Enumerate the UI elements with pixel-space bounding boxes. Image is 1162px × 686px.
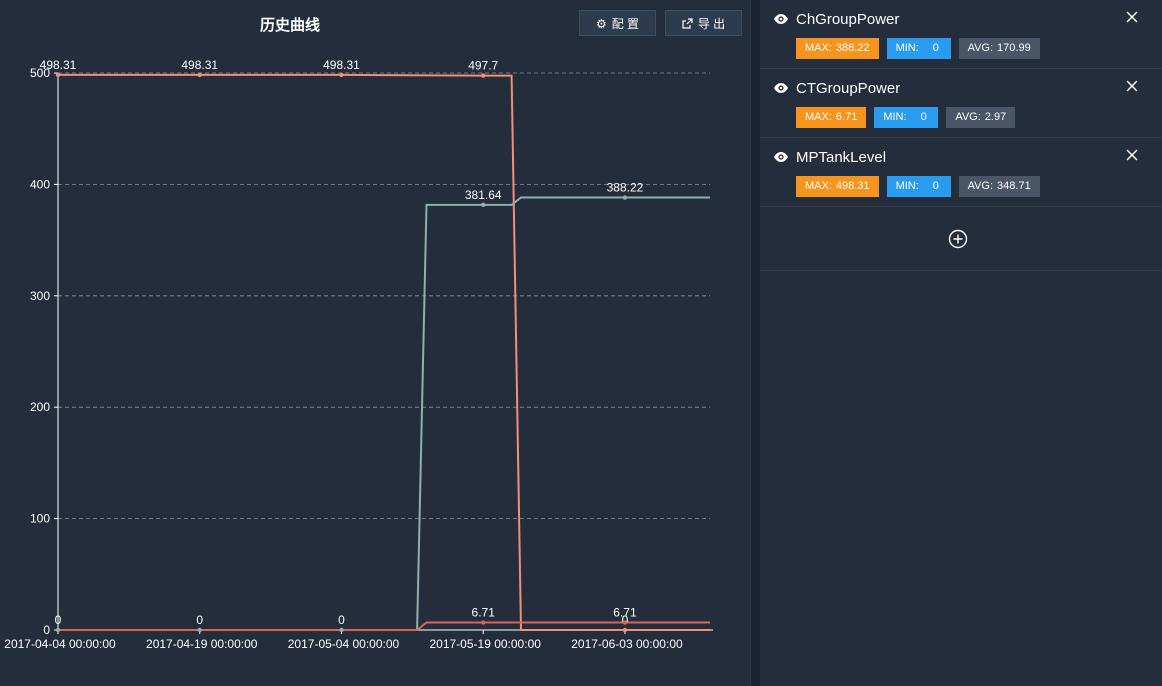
data-point: [55, 72, 61, 78]
data-label: 0: [55, 613, 62, 627]
y-tick-label: 300: [30, 289, 50, 303]
min-badge: MIN: 0: [886, 38, 951, 59]
data-label: 498.31: [40, 58, 77, 72]
data-point: [622, 195, 628, 200]
data-label: 0: [196, 613, 203, 627]
eye-icon[interactable]: [773, 151, 789, 163]
data-label: 0: [338, 613, 345, 627]
max-badge: MAX: 388.22: [796, 38, 879, 59]
max-badge: MAX: 498.31: [796, 176, 879, 197]
series-item: ChGroupPower MAX: 388.22 MIN: 0 AVG: 170.99: [760, 0, 1162, 69]
x-tick-label: 2017-04-19 00:00:00: [146, 637, 258, 651]
data-label: 381.64: [465, 188, 502, 202]
avg-badge: AVG: 170.99: [958, 38, 1040, 59]
data-point: [622, 627, 628, 633]
y-tick-label: 400: [30, 177, 50, 191]
data-label: 388.22: [607, 181, 644, 195]
data-point: [339, 627, 344, 633]
x-tick-label: 2017-04-04 00:00:00: [4, 637, 116, 651]
series-name: CTGroupPower: [796, 79, 901, 97]
max-badge: MAX: 6.71: [796, 107, 867, 128]
series-line-CTGroupPower: [58, 621, 710, 631]
avg-badge: AVG: 2.97: [946, 107, 1016, 128]
x-tick-label: 2017-05-19 00:00:00: [429, 637, 541, 651]
data-label: 497.7: [468, 59, 498, 73]
avg-badge: AVG: 348.71: [958, 176, 1040, 197]
min-badge: MIN: 0: [874, 107, 939, 128]
series-name: MPTankLevel: [796, 148, 887, 166]
series-panel: ChGroupPower MAX: 388.22 MIN: 0 AVG: 170.99…: [760, 0, 1162, 686]
data-point: [197, 627, 202, 633]
data-point: [339, 72, 344, 78]
eye-icon[interactable]: [773, 13, 789, 25]
data-label: 6.71: [613, 606, 637, 620]
close-icon[interactable]: [1126, 149, 1138, 161]
line-chart: 01002003004005002017-04-04 00:00:00 2017-…: [4, 58, 713, 651]
close-icon[interactable]: [1126, 11, 1138, 23]
min-badge: MIN: 0: [886, 176, 951, 197]
y-tick-label: 200: [30, 400, 50, 414]
x-tick-label: 2017-05-04 00:00:00: [288, 637, 400, 651]
eye-icon[interactable]: [773, 82, 789, 94]
y-tick-label: 0: [43, 623, 50, 637]
x-tick-label: 2017-06-03 00:00:00: [571, 637, 683, 651]
close-icon[interactable]: [1126, 80, 1138, 92]
series-item: CTGroupPower MAX: 6.71 MIN: 0 AVG: 2.97: [760, 69, 1162, 138]
series-name: ChGroupPower: [796, 10, 900, 28]
data-point: [622, 620, 628, 625]
data-label: 498.31: [323, 58, 360, 72]
chart-panel: 历史曲线 ⚙ 配 置 导 出 0 100 200 300 400 500 2017-04-04…: [0, 0, 751, 686]
y-tick-label: 100: [30, 512, 50, 526]
data-point: [481, 620, 486, 625]
add-series-row: [760, 207, 1162, 271]
data-point: [481, 202, 486, 208]
data-point: [481, 73, 486, 78]
data-label: 6.71: [472, 606, 496, 620]
series-line-MPTankLevel: [58, 73, 710, 631]
data-point: [197, 72, 202, 78]
data-point: [55, 627, 61, 633]
series-item: MPTankLevel MAX: 498.31 MIN: 0 AVG: 348.71: [760, 138, 1162, 207]
data-label: 498.31: [181, 58, 218, 72]
add-series-icon[interactable]: [948, 229, 968, 249]
series-line-ChGroupPower: [58, 196, 710, 631]
